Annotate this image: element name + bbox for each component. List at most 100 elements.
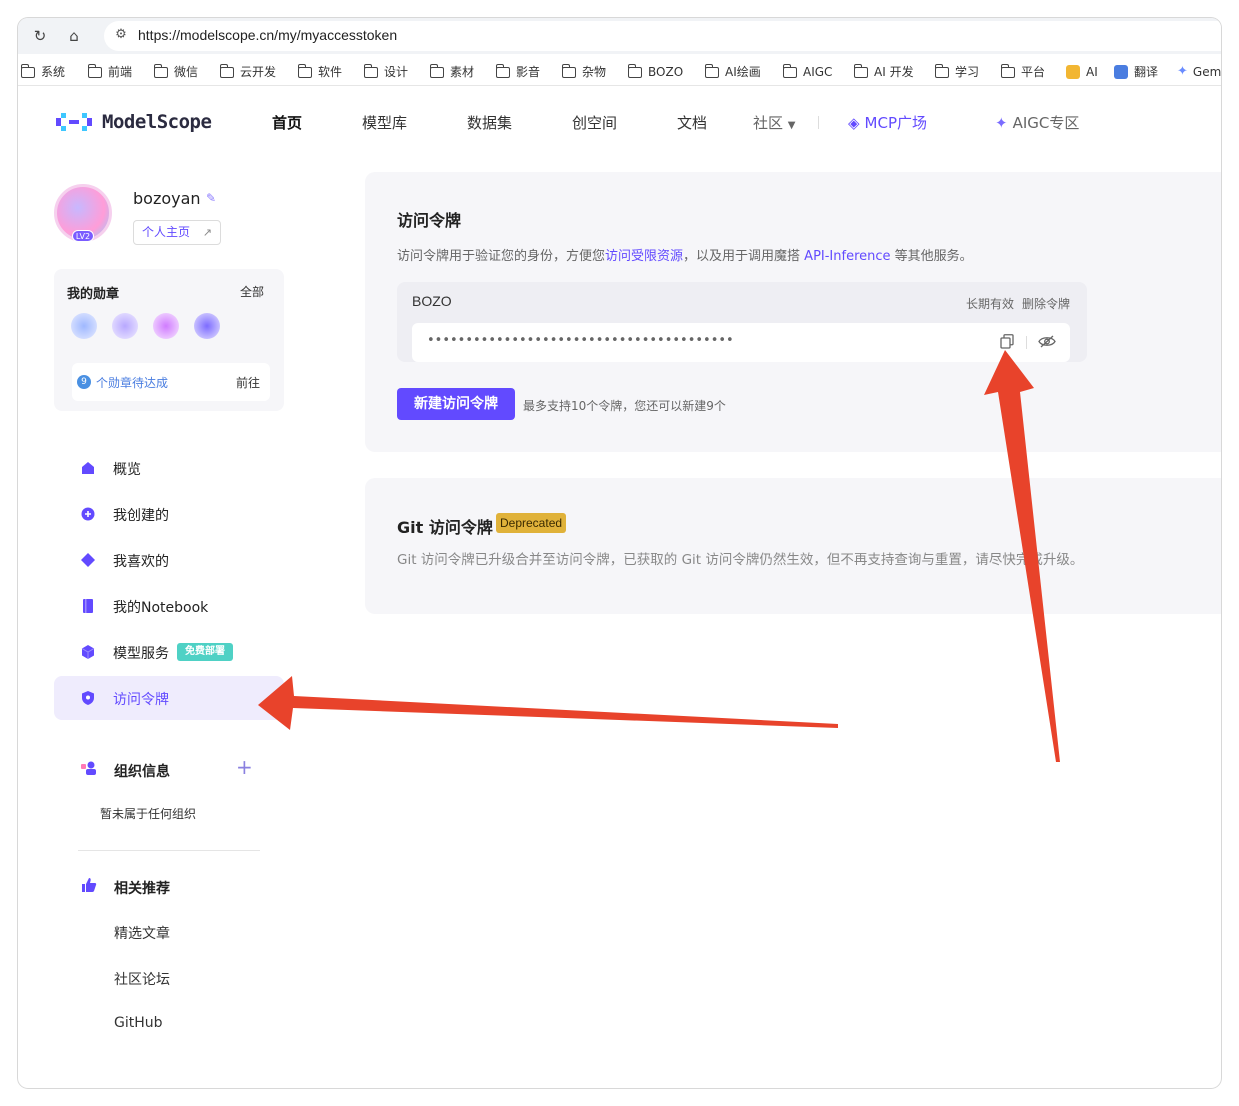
api-inference-link[interactable]: API-Inference: [804, 249, 890, 264]
token-limit-hint: 最多支持10个令牌，您还可以新建9个: [523, 399, 726, 413]
nav-datasets[interactable]: 数据集: [467, 112, 512, 133]
reload-icon[interactable]: ↻: [30, 26, 50, 46]
badge-icon[interactable]: [112, 313, 138, 339]
link-featured-articles[interactable]: 精选文章: [114, 923, 170, 943]
sidebar-item-notebook[interactable]: 我的Notebook: [54, 584, 284, 628]
nav-studios[interactable]: 创空间: [572, 112, 617, 133]
link-github[interactable]: GitHub: [114, 1015, 163, 1031]
nav-aigc[interactable]: ✦ AIGC专区: [995, 112, 1079, 133]
bookmark-folder[interactable]: 素材: [429, 62, 474, 82]
folder-icon: [297, 63, 312, 78]
token-validity: 长期有效: [965, 297, 1014, 311]
bookmarks-bar: 系统 前端 微信 云开发 软件 设计 素材 影音 杂物 BOZO AI绘画 AI…: [18, 58, 1221, 86]
nav-docs[interactable]: 文档: [677, 112, 707, 133]
bookmark-folder[interactable]: 平台: [1000, 62, 1045, 82]
nav-divider: [818, 116, 819, 129]
sidebar-item-liked[interactable]: 我喜欢的: [54, 538, 284, 582]
cube-icon: [81, 645, 95, 659]
add-circle-icon: [81, 507, 95, 521]
access-token-title: 访问令牌: [397, 211, 462, 230]
folder-icon: [20, 63, 35, 78]
bookmark-folder[interactable]: 设计: [363, 62, 408, 82]
restricted-resource-link[interactable]: 访问受限资源: [605, 249, 683, 264]
sparkle-icon: ✦: [995, 114, 1008, 132]
address-bar: ↻ ⌂ ⚙ https://modelscope.cn/my/myaccesst…: [18, 18, 1221, 54]
badge-icon[interactable]: [71, 313, 97, 339]
badge-icon[interactable]: [153, 313, 179, 339]
git-token-title: Git 访问令牌: [397, 518, 493, 537]
site-settings-icon[interactable]: ⚙: [112, 26, 130, 44]
folder-icon: [934, 63, 949, 78]
bookmark-folder[interactable]: AI绘画: [704, 62, 761, 82]
nav-mcp[interactable]: ◈ MCP广场: [848, 112, 927, 133]
folder-icon: [495, 63, 510, 78]
sidebar-item-model-service[interactable]: 模型服务 免费部署: [54, 630, 284, 674]
folder-icon: [87, 63, 102, 78]
diamond-icon: [81, 553, 95, 567]
folder-icon: [782, 63, 797, 78]
bookmark-folder[interactable]: 云开发: [219, 62, 276, 82]
folder-icon: [153, 63, 168, 78]
bookmark-folder[interactable]: 影音: [495, 62, 540, 82]
bookmark-ai[interactable]: AI: [1066, 62, 1098, 82]
bookmark-folder[interactable]: AIGC: [782, 62, 832, 82]
no-org-text: 暂未属于任何组织: [100, 807, 197, 821]
badges-title: 我的勋章: [67, 287, 120, 302]
nav-home[interactable]: 首页: [272, 112, 302, 133]
new-token-button[interactable]: 新建访问令牌: [397, 388, 515, 420]
shield-icon: [82, 691, 94, 705]
home-icon[interactable]: ⌂: [64, 26, 84, 46]
bookmark-translate[interactable]: 翻译: [1114, 62, 1158, 82]
git-token-desc: Git 访问令牌已升级合并至访问令牌，已获取的 Git 访问令牌仍然生效，但不再…: [397, 552, 1084, 568]
modelscope-logo-icon: [56, 113, 92, 131]
token-name: BOZO: [412, 293, 452, 309]
diamond-icon: ◈: [848, 114, 860, 132]
folder-icon: [429, 63, 444, 78]
folder-icon: [219, 63, 234, 78]
folder-icon: [561, 63, 576, 78]
bookmark-gemini[interactable]: ✦ Gem: [1177, 62, 1221, 82]
token-actions: 长期有效 删除令牌: [958, 295, 1070, 312]
edit-icon[interactable]: ✎: [206, 191, 216, 205]
url-field[interactable]: ⚙ https://modelscope.cn/my/myaccesstoken: [104, 21, 1221, 51]
bookmark-folder[interactable]: AI 开发: [853, 62, 914, 82]
delete-token-button[interactable]: 删除令牌: [1022, 297, 1070, 311]
bookmark-folder[interactable]: 学习: [934, 62, 979, 82]
bookmark-folder[interactable]: 软件: [297, 62, 342, 82]
badge-icon[interactable]: [194, 313, 220, 339]
translate-icon: [1114, 65, 1128, 79]
organization-icon: [81, 761, 96, 775]
notebook-icon: [83, 599, 93, 613]
add-org-icon[interactable]: +: [236, 757, 253, 777]
bookmark-folder[interactable]: 系统: [20, 62, 65, 82]
external-link-icon: ↗: [202, 226, 212, 239]
sidebar-item-created[interactable]: 我创建的: [54, 492, 284, 536]
sidebar-item-access-token[interactable]: 访问令牌: [54, 676, 284, 720]
modelscope-logo[interactable]: ModelScope: [56, 110, 212, 134]
link-community-forum[interactable]: 社区论坛: [114, 969, 170, 989]
git-token-card: Git 访问令牌 Deprecated Git 访问令牌已升级合并至访问令牌，已…: [365, 478, 1221, 614]
bookmark-folder[interactable]: 杂物: [561, 62, 606, 82]
folder-icon: [704, 63, 719, 78]
sidebar-item-overview[interactable]: 概览: [54, 446, 284, 490]
bookmark-folder[interactable]: 微信: [153, 62, 198, 82]
action-separator: [1026, 336, 1027, 349]
sidebar-divider: [78, 850, 260, 851]
goto-link[interactable]: 前往: [236, 374, 260, 391]
org-title: 组织信息: [114, 764, 170, 780]
homepage-button[interactable]: 个人主页 ↗: [133, 220, 221, 245]
deprecated-badge: Deprecated: [496, 513, 567, 533]
home-icon: [82, 462, 94, 474]
bookmark-folder[interactable]: BOZO: [627, 62, 683, 82]
nav-community[interactable]: 社区 ▼: [753, 112, 796, 133]
folder-icon: [1000, 63, 1015, 78]
thumbs-up-icon: [82, 878, 97, 892]
token-field: ••••••••••••••••••••••••••••••••••••••••: [412, 323, 1070, 362]
token-row: BOZO 长期有效 删除令牌 ••••••••••••••••••••••••••…: [397, 282, 1087, 362]
copy-icon[interactable]: [1000, 334, 1014, 349]
badges-pending-row[interactable]: 9 个勋章待达成 前往: [72, 363, 270, 401]
nav-models[interactable]: 模型库: [362, 112, 407, 133]
eye-off-icon[interactable]: [1038, 334, 1056, 349]
badges-all-link[interactable]: 全部: [240, 283, 264, 300]
bookmark-folder[interactable]: 前端: [87, 62, 132, 82]
